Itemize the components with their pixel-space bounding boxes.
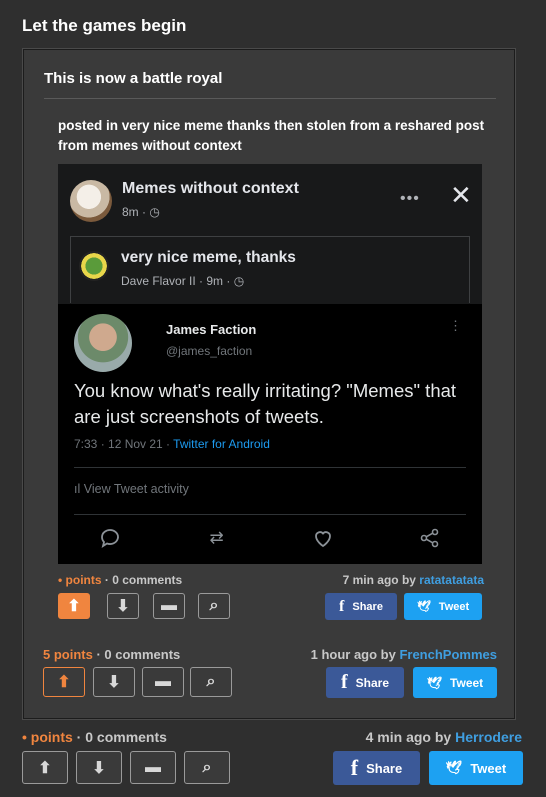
divider (74, 514, 466, 515)
close-icon: ✕ (450, 180, 472, 210)
posted-text: posted in very nice meme thanks then sto… (58, 118, 485, 153)
search-button[interactable]: ⌕ (198, 593, 230, 619)
outer-post-byline: 4 min ago by Herrodere (365, 729, 522, 745)
reply-icon (98, 526, 122, 550)
twitter-icon: 🕊 (445, 760, 463, 775)
search-icon: ⌕ (209, 597, 219, 614)
arrow-down-icon: ⬇ (92, 759, 106, 777)
tweet-author: James Faction (166, 322, 257, 337)
arrow-up-icon: ⬆ (38, 759, 52, 777)
search-icon: ⌕ (202, 758, 212, 776)
tweet-meta: 7:33 · 12 Nov 21 · Twitter for Android (74, 437, 270, 451)
meme-screenshot: Memes without context 8m · ◷ ••• ✕ very … (58, 164, 482, 564)
facebook-icon: f (339, 597, 345, 615)
shared-post-meta: Dave Flavor II · 9m · ◷ (121, 274, 245, 288)
user-link[interactable]: FrenchPommes (399, 647, 497, 662)
card-post-meta: 5 points · 0 comments (43, 647, 181, 662)
avatar (70, 180, 112, 222)
tweet: James Faction @james_faction ⋮ You know … (58, 304, 482, 564)
inner-post-meta: • points · 0 comments (58, 573, 183, 587)
more-icon: ••• (400, 190, 420, 207)
globe-icon: ◷ (149, 205, 160, 219)
tweet-actions: ⇄ (98, 526, 442, 550)
heart-icon (311, 526, 335, 550)
twitter-tweet-button[interactable]: 🕊 Tweet (413, 667, 497, 698)
user-link[interactable]: ratatatatata (419, 573, 484, 587)
comment-icon: ▬ (161, 597, 177, 614)
comment-button[interactable]: ▬ (130, 751, 176, 784)
facebook-share-button[interactable]: f Share (326, 667, 404, 698)
arrow-down-icon: ⬇ (116, 598, 130, 615)
user-link[interactable]: Herrodere (455, 729, 522, 745)
tweet-text: You know what's really irritating? "Meme… (74, 380, 457, 427)
comment-icon: ▬ (145, 758, 161, 776)
card-post-byline: 1 hour ago by FrenchPommes (310, 647, 497, 662)
arrow-up-icon: ⬆ (67, 598, 81, 615)
divider (74, 467, 466, 468)
facebook-icon: f (340, 671, 348, 693)
tweet-handle: @james_faction (166, 344, 253, 358)
upvote-button[interactable]: ⬆ (43, 667, 85, 697)
twitter-icon: 🕊 (416, 601, 431, 613)
bar-chart-icon: ıl (74, 482, 84, 496)
page-name: Memes without context (122, 180, 299, 197)
twitter-tweet-button[interactable]: 🕊 Tweet (404, 593, 482, 620)
shared-post-name: very nice meme, thanks (121, 249, 296, 266)
facebook-icon: f (350, 755, 359, 780)
arrow-up-icon: ⬆ (57, 674, 71, 691)
upvote-button[interactable]: ⬆ (22, 751, 68, 784)
post-card: This is now a battle royal posted in ver… (23, 49, 515, 719)
outer-title: Let the games begin (22, 16, 187, 35)
twitter-icon: 🕊 (426, 675, 443, 690)
avatar (74, 314, 132, 372)
twitter-tweet-button[interactable]: 🕊 Tweet (429, 751, 523, 785)
comment-icon: ▬ (155, 673, 171, 690)
shared-post: very nice meme, thanks Dave Flavor II · … (70, 236, 470, 303)
divider (44, 98, 496, 99)
search-icon: ⌕ (206, 673, 216, 690)
facebook-share-button[interactable]: f Share (333, 751, 420, 785)
downvote-button[interactable]: ⬇ (93, 667, 135, 697)
card-title: This is now a battle royal (44, 70, 223, 87)
inner-post-byline: 7 min ago by ratatatatata (342, 573, 484, 587)
more-icon: ⋮ (449, 318, 462, 333)
avatar (79, 251, 109, 281)
upvote-button[interactable]: ⬆ (58, 593, 90, 619)
facebook-share-button[interactable]: f Share (325, 593, 397, 620)
page-time: 8m · ◷ (122, 205, 160, 219)
downvote-button[interactable]: ⬇ (76, 751, 122, 784)
comment-button[interactable]: ▬ (142, 667, 184, 697)
comment-button[interactable]: ▬ (153, 593, 185, 619)
retweet-icon: ⇄ (209, 528, 224, 547)
outer-post-meta: • points · 0 comments (22, 729, 167, 745)
globe-icon: ◷ (233, 274, 245, 288)
downvote-button[interactable]: ⬇ (107, 593, 139, 619)
arrow-down-icon: ⬇ (107, 674, 121, 691)
search-button[interactable]: ⌕ (184, 751, 230, 784)
search-button[interactable]: ⌕ (190, 667, 232, 697)
tweet-activity: ıl View Tweet activity (74, 482, 189, 496)
share-icon (418, 526, 442, 550)
